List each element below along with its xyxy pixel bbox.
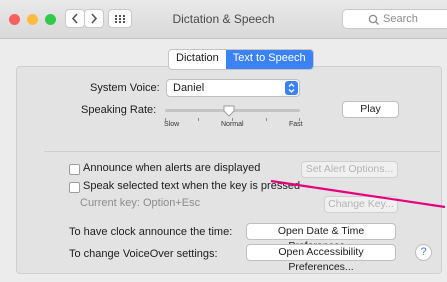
speak-selected-label: Speak selected text when the key is pres… [83, 180, 301, 192]
speak-selected-checkbox[interactable] [69, 182, 80, 193]
rate-normal-label: Normal [221, 121, 244, 128]
set-alert-options-button[interactable]: Set Alert Options... [301, 161, 398, 178]
open-accessibility-button[interactable]: Open Accessibility Preferences... [246, 244, 396, 273]
search-input[interactable]: Search [342, 9, 447, 29]
tab-text-to-speech[interactable]: Text to Speech [225, 50, 313, 69]
title-bar: Dictation & Speech Search [0, 0, 447, 39]
help-icon[interactable]: ? [415, 244, 432, 261]
announce-alerts-checkbox[interactable] [69, 164, 80, 175]
chevron-updown-icon [285, 81, 298, 95]
play-button[interactable]: Play [342, 101, 399, 118]
clock-announce-label: To have clock announce the time: [69, 226, 233, 238]
slider-tick [198, 118, 199, 121]
tab-control: Dictation Text to Speech [168, 49, 314, 70]
speaking-rate-label: Speaking Rate: [81, 104, 157, 116]
change-key-button[interactable]: Change Key... [324, 196, 398, 213]
system-voice-label: System Voice: [90, 82, 160, 94]
open-date-time-button[interactable]: Open Date & Time Preferences... [246, 223, 396, 252]
search-icon [368, 14, 379, 25]
section-divider [44, 151, 440, 152]
current-key-label: Current key: Option+Esc [80, 197, 201, 209]
announce-alerts-label: Announce when alerts are displayed [83, 162, 261, 174]
slider-knob[interactable] [223, 104, 235, 117]
tab-dictation[interactable]: Dictation [169, 50, 226, 69]
speaking-rate-slider[interactable] [165, 104, 300, 122]
rate-fast-label: Fast [289, 121, 303, 128]
voiceover-label: To change VoiceOver settings: [69, 248, 218, 260]
rate-slow-label: Slow [164, 121, 180, 128]
system-voice-value: Daniel [173, 82, 205, 94]
search-placeholder: Search [383, 13, 418, 25]
system-voice-select[interactable]: Daniel [166, 79, 300, 97]
slider-tick [266, 118, 267, 121]
